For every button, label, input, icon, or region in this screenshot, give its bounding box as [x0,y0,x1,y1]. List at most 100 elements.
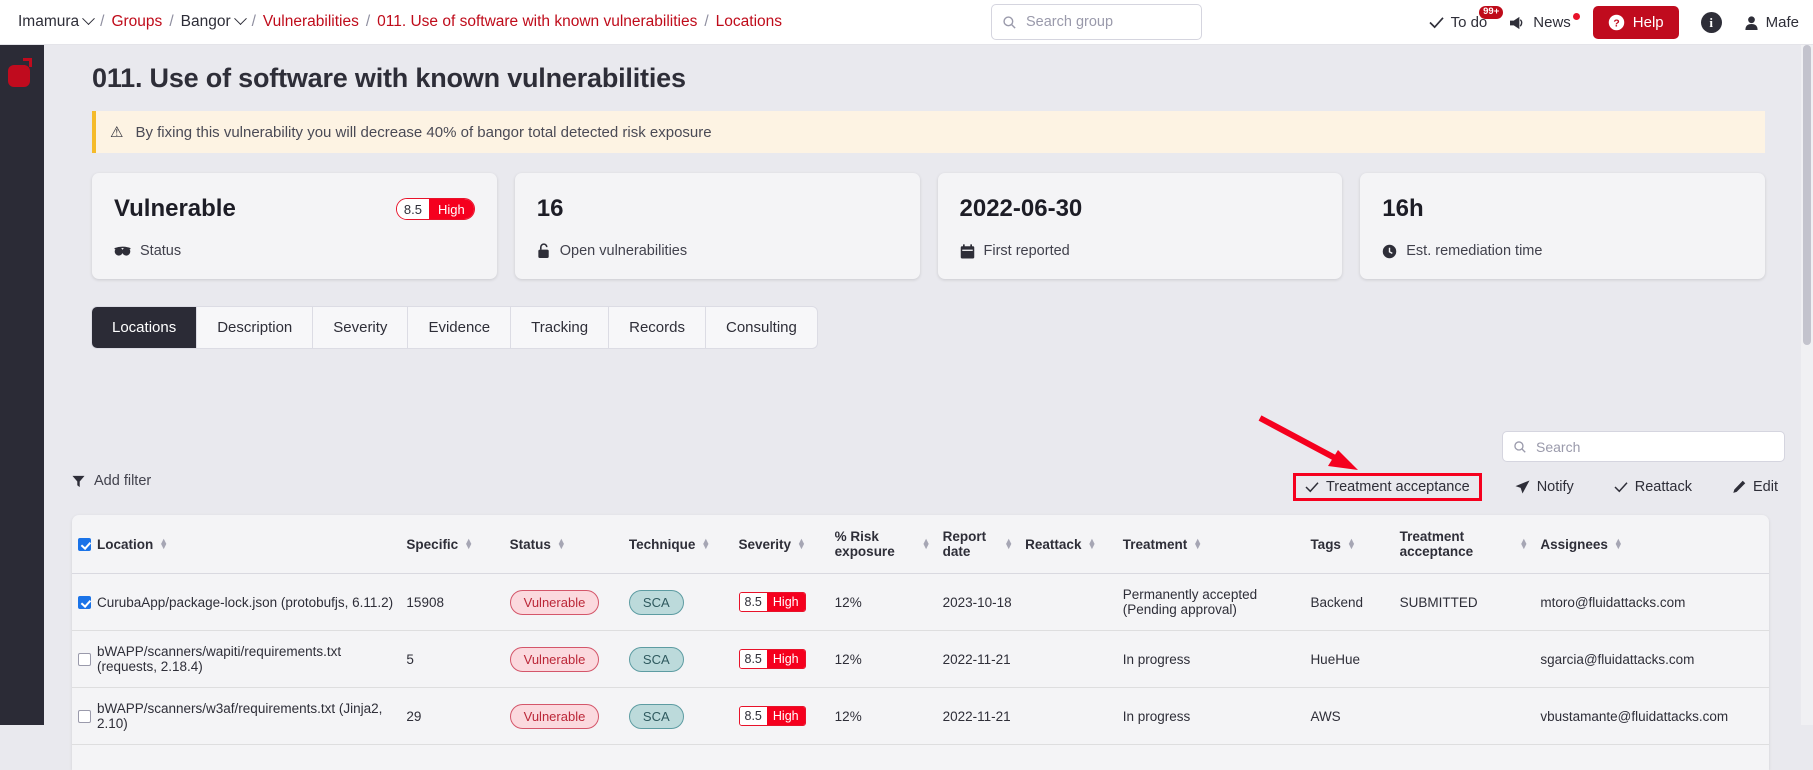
column-header-treatment[interactable]: Treatment ▲ ▼ [1116,515,1305,574]
column-header-risk-exposure[interactable]: % Risk exposure ▲ ▼ [828,515,937,574]
column-header-tags[interactable]: Tags ▲ ▼ [1304,515,1394,574]
news-button[interactable]: News [1509,13,1580,31]
sort-icon[interactable]: ▲ ▼ [797,537,806,551]
sort-icon[interactable]: ▲ ▼ [464,537,473,551]
clock-icon [1383,244,1397,258]
breadcrumb-groups[interactable]: Groups [111,13,162,31]
sort-icon[interactable]: ▲ ▼ [557,537,566,551]
cell-severity: 8.5 High [732,573,829,631]
user-menu[interactable]: Mafe [1744,14,1799,31]
column-header-severity[interactable]: Severity ▲ ▼ [732,515,829,574]
table-search-box[interactable] [1502,431,1785,462]
tab-tracking[interactable]: Tracking [511,307,610,348]
column-header-risk-exposure-label: % Risk exposure [834,529,895,559]
severity-score: 8.5 [396,199,429,219]
sort-icon[interactable]: ▲ ▼ [1519,537,1528,551]
app-logo-icon[interactable] [8,58,38,88]
breadcrumb-group[interactable]: Bangor [180,12,247,31]
check-icon [1614,482,1628,493]
column-header-assignees[interactable]: Assignees ▲ ▼ [1534,515,1769,574]
cell-treatment: Permanently accepted (Pending approval) [1116,573,1305,631]
severity-badge: 8.5 High [738,706,806,726]
breadcrumb-org[interactable]: Imamura [18,12,96,31]
breadcrumb-org-label: Imamura [18,13,80,30]
column-header-report-date[interactable]: Report date ▲ ▼ [936,515,1020,574]
user-icon [1745,15,1758,30]
sort-icon[interactable]: ▲ ▼ [922,537,931,551]
todo-button[interactable]: To do 99+ [1428,6,1504,31]
row-checkbox[interactable] [78,652,91,666]
column-header-status[interactable]: Status ▲ ▼ [503,515,623,574]
first-reported-header: 2022-06-30 [960,195,1321,223]
lock-open-icon [538,243,549,259]
cell-risk-exposure: 12% [828,630,937,688]
status-badge: Vulnerable [509,589,600,615]
table-action-toolbar: Treatment acceptance Notify Reattack Edi… [1292,473,1785,501]
table-search-input[interactable] [1536,438,1761,455]
sort-icon[interactable]: ▲ ▼ [159,537,168,551]
sort-icon[interactable]: ▲ ▼ [1087,537,1096,551]
breadcrumb-finding[interactable]: 011. Use of software with known vulnerab… [377,13,697,31]
main-content: 011. Use of software with known vulnerab… [44,45,1813,770]
cell-reattack [1019,573,1117,631]
first-reported-label: First reported [983,243,1070,259]
sort-icon[interactable]: ▲ ▼ [1004,537,1013,551]
notify-button[interactable]: Notify [1508,474,1581,500]
table-row[interactable]: CurubaApp/package-lock.json (protobufjs,… [72,573,1769,631]
tab-consulting[interactable]: Consulting [705,307,817,348]
severity-badge: 8.5 High [738,649,806,669]
sort-icon[interactable]: ▲ ▼ [1614,537,1623,551]
help-button[interactable]: ? Help [1592,6,1679,39]
search-icon [1514,440,1526,453]
info-icon[interactable]: i [1700,12,1722,33]
column-header-reattack[interactable]: Reattack ▲ ▼ [1019,515,1117,574]
column-header-location[interactable]: Location ▲ ▼ [72,515,401,574]
help-label: Help [1632,14,1664,31]
open-vulns-label: Open vulnerabilities [559,243,688,259]
add-filter-button[interactable]: Add filter [72,473,151,489]
row-checkbox[interactable] [78,595,91,609]
search-input[interactable] [1026,14,1186,30]
column-header-specific[interactable]: Specific ▲ ▼ [400,515,504,574]
table-header: Location ▲ ▼ Specific ▲ ▼ Status ▲ ▼ Techniqu… [72,515,1769,574]
edit-button[interactable]: Edit [1725,474,1785,500]
column-header-treatment-acceptance[interactable]: Treatment acceptance ▲ ▼ [1393,515,1535,574]
cell-risk-exposure: 12% [828,687,937,745]
vertical-scrollbar[interactable] [1801,45,1813,725]
breadcrumb-vulnerabilities[interactable]: Vulnerabilities [263,13,359,31]
severity-badge: 8.5 High [738,592,806,612]
select-all-checkbox[interactable] [78,537,91,551]
cell-specific: 15908 [400,573,504,631]
search-icon [1003,15,1016,29]
column-header-treatment-acceptance-label: Treatment acceptance [1399,529,1474,559]
status-card: Vulnerable 8.5 High Status [92,173,497,279]
sort-icon[interactable]: ▲ ▼ [1193,537,1202,551]
tab-locations[interactable]: Locations [92,307,198,348]
tab-severity[interactable]: Severity [313,307,409,348]
tab-description[interactable]: Description [197,307,314,348]
table-row[interactable]: bWAPP/scanners/w3af/requirements.txt (Ji… [72,687,1769,745]
sort-icon[interactable]: ▲ ▼ [1347,537,1356,551]
group-search-box[interactable] [991,4,1202,40]
table-row[interactable]: bWAPP/scanners/wapiti/requirements.txt (… [72,630,1769,688]
table-header-row: Location ▲ ▼ Specific ▲ ▼ Status ▲ ▼ Techniqu… [72,515,1769,574]
left-sidebar-rail [0,45,44,725]
chevron-down-icon [233,12,247,26]
reattack-button[interactable]: Reattack [1607,474,1699,500]
breadcrumb-group-label: Bangor [180,13,231,30]
column-header-technique[interactable]: Technique ▲ ▼ [622,515,733,574]
breadcrumb-locations[interactable]: Locations [716,13,782,31]
open-vulns-value: 16 [536,195,564,222]
tab-evidence[interactable]: Evidence [408,307,512,348]
treatment-acceptance-button[interactable]: Treatment acceptance [1292,473,1482,501]
summary-cards: Vulnerable 8.5 High Status 16 Open vulne… [92,173,1765,279]
news-notification-dot [1572,13,1580,20]
tab-records[interactable]: Records [609,307,706,348]
row-checkbox[interactable] [78,709,91,723]
sort-icon[interactable]: ▲ ▼ [701,537,710,551]
breadcrumb-separator: / [169,13,174,30]
cell-status: Vulnerable [503,573,623,631]
scrollbar-thumb[interactable] [1803,45,1811,345]
cell-technique: SCA [622,630,733,688]
severity-score: 8.5 [739,707,767,725]
